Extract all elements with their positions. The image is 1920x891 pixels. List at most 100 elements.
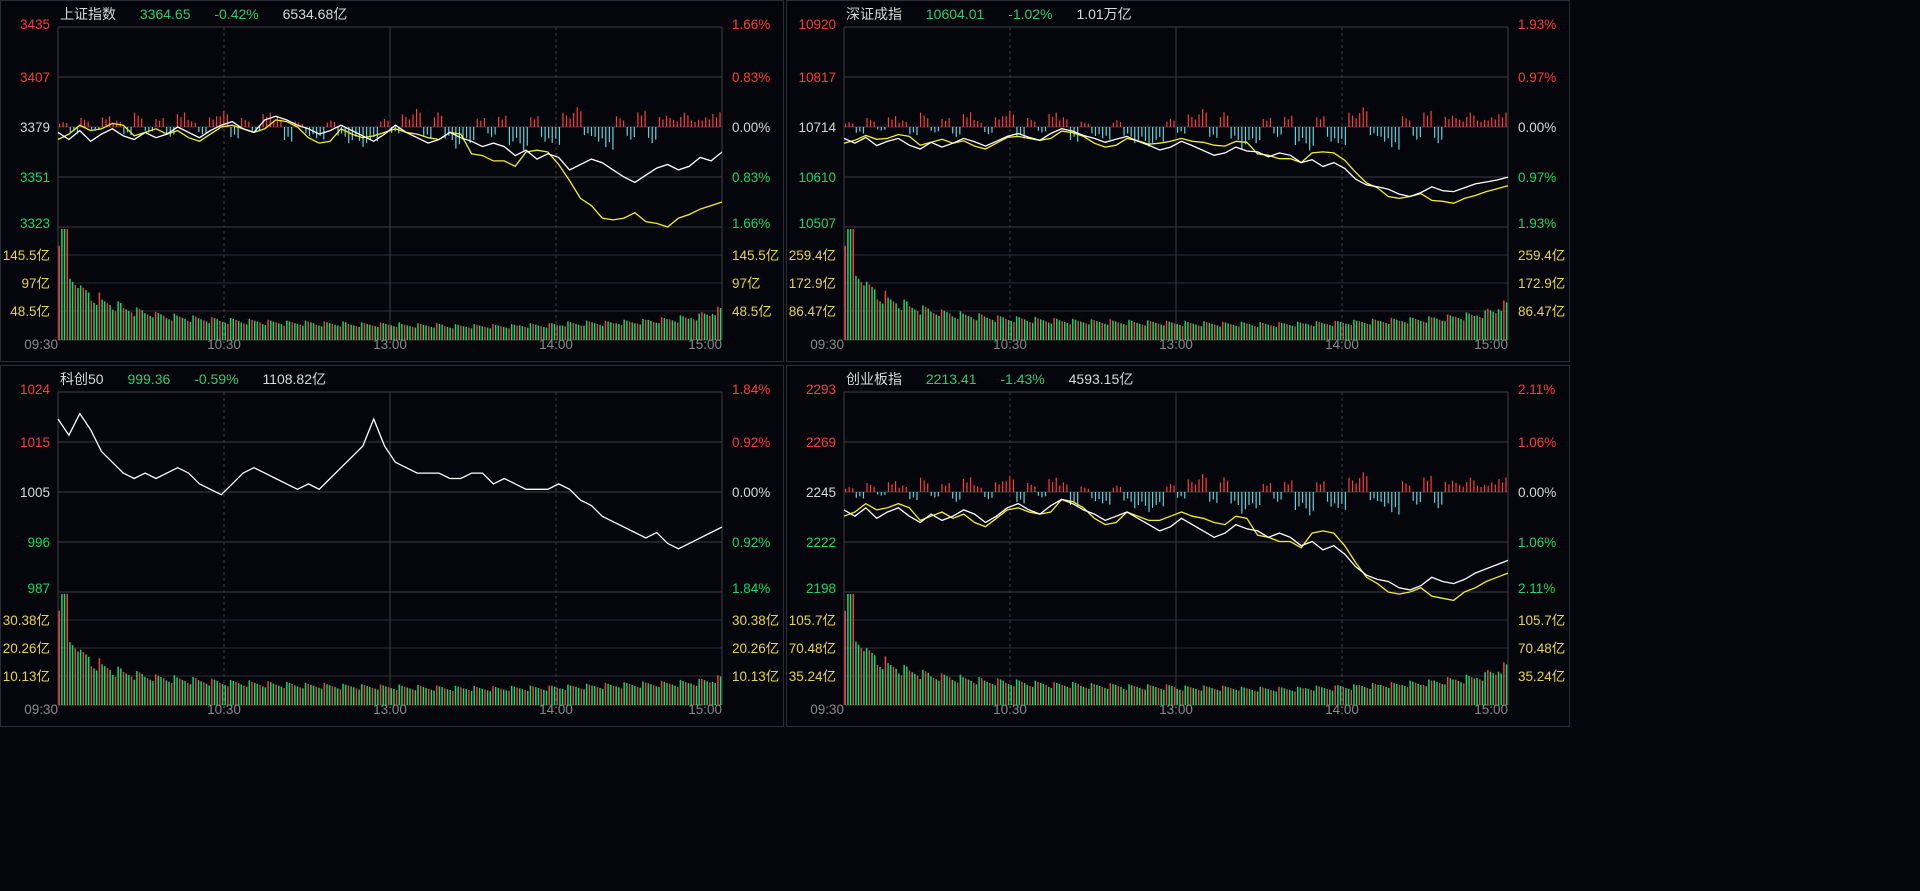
volume-bar	[604, 682, 607, 705]
volume-bar	[460, 687, 462, 705]
deviation-bar	[1280, 127, 1282, 135]
volume-bar	[1213, 688, 1216, 705]
volume-bar	[521, 689, 524, 705]
time-axis-label: 09:30	[810, 702, 844, 717]
panel-shenzhen-component[interactable]: 深证成指 10604.01 -1.02% 1.01万亿 10920 10817 10…	[786, 0, 1570, 362]
intraday-chart[interactable]: 343534073379335133231.66%0.83%0.00%0.83%…	[0, 0, 784, 362]
volume-bar	[1238, 690, 1240, 705]
volume-bar	[599, 324, 601, 340]
deviation-bar	[1330, 492, 1332, 507]
intraday-chart[interactable]: 10920108171071410610105071.93%0.97%0.00%…	[786, 0, 1570, 362]
deviation-bar	[991, 127, 993, 133]
deviation-bar	[1169, 483, 1172, 492]
volume-bar	[251, 319, 253, 340]
volume-bar	[387, 324, 390, 340]
deviation-bar	[201, 127, 203, 135]
volume-bar	[860, 647, 863, 705]
volume-bar	[1460, 319, 1462, 340]
deviation-bar	[1184, 127, 1186, 134]
volume-bar	[93, 302, 95, 340]
deviation-bar	[1052, 116, 1054, 127]
volume-bar	[1163, 325, 1165, 340]
volume-bar	[302, 325, 304, 340]
volume-bar	[695, 320, 698, 340]
price-axis-label: 3435	[20, 17, 50, 32]
deviation-bar	[444, 127, 446, 139]
panel-star50[interactable]: 科创50 999.36 -0.59% 1108.82亿 1024 1015 1005…	[0, 365, 784, 727]
volume-bar	[1479, 316, 1481, 340]
volume-bar	[1248, 324, 1251, 340]
volume-bar	[275, 684, 277, 705]
panel-shanghai-index[interactable]: 上证指数 3364.65 -0.42% 6534.68亿 3435 3407 337…	[0, 0, 784, 362]
volume-axis-label: 30.38亿	[732, 613, 779, 628]
volume-bar	[473, 685, 475, 705]
volume-bar	[157, 675, 160, 705]
deviation-bar	[1362, 472, 1364, 492]
volume-bar	[1409, 317, 1411, 340]
volume-bar	[227, 323, 229, 340]
volume-bar	[248, 318, 251, 340]
volume-bar	[101, 664, 103, 705]
deviation-bar	[1498, 114, 1500, 127]
volume-bar	[1278, 686, 1280, 705]
deviation-bar	[948, 483, 950, 492]
volume-bar	[1039, 319, 1042, 340]
volume-bar	[1029, 685, 1031, 705]
deviation-bar	[1012, 479, 1014, 492]
intraday-chart[interactable]: 229322692245222221982.11%1.06%0.00%1.06%…	[786, 365, 1570, 727]
volume-bar	[658, 687, 660, 705]
deviation-bar	[480, 120, 482, 127]
deviation-bar	[162, 118, 164, 127]
volume-bar	[1366, 323, 1369, 340]
volume-bar	[1385, 686, 1387, 705]
volume-bar	[631, 322, 633, 340]
deviation-bar	[1355, 118, 1357, 127]
volume-bar	[104, 666, 106, 705]
volume-bar	[671, 684, 674, 705]
volume-bar	[868, 284, 871, 340]
volume-bar	[240, 684, 243, 705]
volume-axis-label: 259.4亿	[1518, 248, 1565, 263]
volume-bar	[286, 320, 288, 340]
volume-bar	[543, 689, 545, 705]
volume-bar	[1187, 686, 1189, 705]
volume-bar	[695, 685, 698, 705]
volume-bar	[847, 229, 849, 340]
volume-bar	[130, 312, 133, 340]
volume-bar	[561, 325, 564, 340]
deviation-bar	[1305, 492, 1307, 509]
volume-bar	[690, 318, 692, 340]
volume-bar	[607, 683, 609, 705]
percent-axis-label: 0.97%	[1518, 170, 1556, 185]
volume-bar	[1031, 687, 1034, 705]
volume-bar	[114, 311, 117, 340]
volume-bar	[986, 317, 988, 340]
volume-bar	[943, 310, 946, 340]
volume-bar	[224, 685, 226, 705]
intraday-chart[interactable]: 1024101510059969871.84%0.92%0.00%0.92%1.…	[0, 365, 784, 727]
volume-bar	[288, 321, 291, 340]
volume-bar	[117, 301, 119, 340]
volume-bar	[1064, 322, 1066, 340]
volume-bar	[1200, 326, 1203, 340]
volume-bar	[270, 320, 272, 340]
volume-bar	[1205, 322, 1208, 340]
volume-bar	[379, 322, 382, 340]
volume-bar	[1013, 322, 1015, 340]
volume-bar	[71, 645, 74, 705]
volume-bar	[1074, 319, 1077, 340]
volume-bar	[863, 285, 865, 340]
volume-bar	[1428, 316, 1430, 340]
volume-bar	[1420, 684, 1422, 705]
volume-bar	[1270, 689, 1272, 705]
volume-bar	[1310, 325, 1312, 340]
deviation-bar	[1030, 484, 1032, 492]
volume-axis-label: 70.48亿	[1518, 641, 1565, 656]
deviation-bar	[1501, 482, 1504, 492]
volume-bar	[1010, 321, 1012, 340]
volume-bar	[642, 681, 644, 705]
volume-bar	[74, 284, 77, 340]
panel-chinext-index[interactable]: 创业板指 2213.41 -1.43% 4593.15亿 2293 2269 224…	[786, 365, 1570, 727]
volume-bar	[596, 324, 599, 340]
deviation-bar	[676, 121, 678, 127]
